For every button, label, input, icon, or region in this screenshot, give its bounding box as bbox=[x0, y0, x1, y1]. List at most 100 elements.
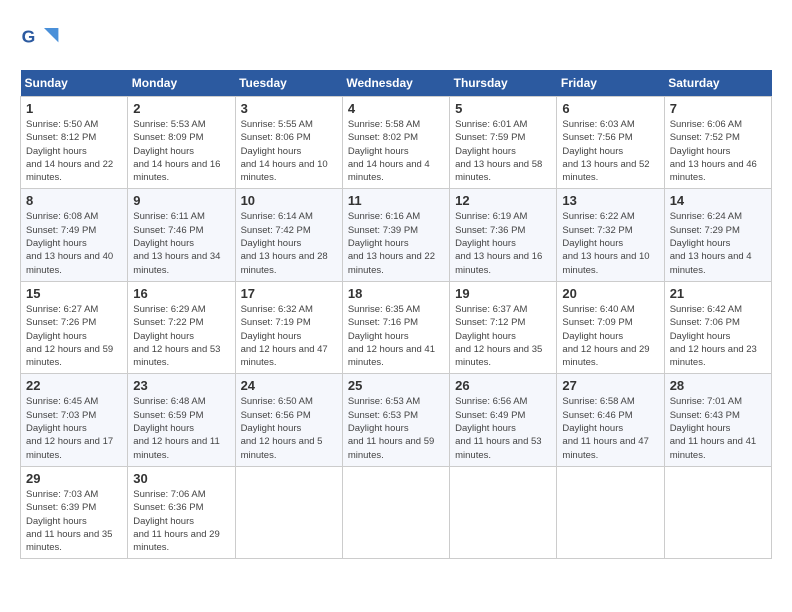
col-header-sunday: Sunday bbox=[21, 70, 128, 97]
day-info: Sunrise: 6:32 AMSunset: 7:19 PMDaylight … bbox=[241, 304, 328, 368]
logo-icon: G bbox=[20, 20, 60, 60]
header-row: SundayMondayTuesdayWednesdayThursdayFrid… bbox=[21, 70, 772, 97]
day-info: Sunrise: 6:29 AMSunset: 7:22 PMDaylight … bbox=[133, 304, 220, 368]
day-info: Sunrise: 6:45 AMSunset: 7:03 PMDaylight … bbox=[26, 396, 113, 460]
day-number: 2 bbox=[133, 101, 229, 116]
week-row-4: 22 Sunrise: 6:45 AMSunset: 7:03 PMDaylig… bbox=[21, 374, 772, 466]
col-header-thursday: Thursday bbox=[450, 70, 557, 97]
day-cell: 12 Sunrise: 6:19 AMSunset: 7:36 PMDaylig… bbox=[450, 189, 557, 281]
day-number: 18 bbox=[348, 286, 444, 301]
week-row-2: 8 Sunrise: 6:08 AMSunset: 7:49 PMDayligh… bbox=[21, 189, 772, 281]
day-info: Sunrise: 6:11 AMSunset: 7:46 PMDaylight … bbox=[133, 211, 220, 275]
day-cell bbox=[557, 466, 664, 558]
day-cell: 29 Sunrise: 7:03 AMSunset: 6:39 PMDaylig… bbox=[21, 466, 128, 558]
day-cell: 5 Sunrise: 6:01 AMSunset: 7:59 PMDayligh… bbox=[450, 97, 557, 189]
day-number: 15 bbox=[26, 286, 122, 301]
day-number: 6 bbox=[562, 101, 658, 116]
day-cell: 6 Sunrise: 6:03 AMSunset: 7:56 PMDayligh… bbox=[557, 97, 664, 189]
day-info: Sunrise: 6:58 AMSunset: 6:46 PMDaylight … bbox=[562, 396, 648, 460]
day-number: 29 bbox=[26, 471, 122, 486]
day-info: Sunrise: 6:08 AMSunset: 7:49 PMDaylight … bbox=[26, 211, 113, 275]
day-number: 1 bbox=[26, 101, 122, 116]
day-number: 23 bbox=[133, 378, 229, 393]
week-row-5: 29 Sunrise: 7:03 AMSunset: 6:39 PMDaylig… bbox=[21, 466, 772, 558]
day-number: 19 bbox=[455, 286, 551, 301]
day-info: Sunrise: 6:53 AMSunset: 6:53 PMDaylight … bbox=[348, 396, 434, 460]
day-info: Sunrise: 5:55 AMSunset: 8:06 PMDaylight … bbox=[241, 119, 328, 183]
day-number: 12 bbox=[455, 193, 551, 208]
week-row-1: 1 Sunrise: 5:50 AMSunset: 8:12 PMDayligh… bbox=[21, 97, 772, 189]
day-info: Sunrise: 6:01 AMSunset: 7:59 PMDaylight … bbox=[455, 119, 542, 183]
day-number: 20 bbox=[562, 286, 658, 301]
logo: G bbox=[20, 20, 64, 60]
day-info: Sunrise: 6:56 AMSunset: 6:49 PMDaylight … bbox=[455, 396, 541, 460]
day-number: 3 bbox=[241, 101, 337, 116]
col-header-tuesday: Tuesday bbox=[235, 70, 342, 97]
day-cell: 22 Sunrise: 6:45 AMSunset: 7:03 PMDaylig… bbox=[21, 374, 128, 466]
day-info: Sunrise: 7:01 AMSunset: 6:43 PMDaylight … bbox=[670, 396, 756, 460]
day-cell: 21 Sunrise: 6:42 AMSunset: 7:06 PMDaylig… bbox=[664, 281, 771, 373]
day-cell: 14 Sunrise: 6:24 AMSunset: 7:29 PMDaylig… bbox=[664, 189, 771, 281]
day-cell: 20 Sunrise: 6:40 AMSunset: 7:09 PMDaylig… bbox=[557, 281, 664, 373]
day-info: Sunrise: 6:19 AMSunset: 7:36 PMDaylight … bbox=[455, 211, 542, 275]
day-info: Sunrise: 6:35 AMSunset: 7:16 PMDaylight … bbox=[348, 304, 435, 368]
day-cell: 3 Sunrise: 5:55 AMSunset: 8:06 PMDayligh… bbox=[235, 97, 342, 189]
day-cell: 19 Sunrise: 6:37 AMSunset: 7:12 PMDaylig… bbox=[450, 281, 557, 373]
day-info: Sunrise: 5:50 AMSunset: 8:12 PMDaylight … bbox=[26, 119, 113, 183]
svg-text:G: G bbox=[22, 26, 36, 46]
day-info: Sunrise: 6:22 AMSunset: 7:32 PMDaylight … bbox=[562, 211, 649, 275]
day-number: 11 bbox=[348, 193, 444, 208]
day-cell: 30 Sunrise: 7:06 AMSunset: 6:36 PMDaylig… bbox=[128, 466, 235, 558]
day-number: 7 bbox=[670, 101, 766, 116]
day-number: 16 bbox=[133, 286, 229, 301]
day-cell bbox=[664, 466, 771, 558]
day-cell: 1 Sunrise: 5:50 AMSunset: 8:12 PMDayligh… bbox=[21, 97, 128, 189]
day-cell: 2 Sunrise: 5:53 AMSunset: 8:09 PMDayligh… bbox=[128, 97, 235, 189]
day-info: Sunrise: 5:53 AMSunset: 8:09 PMDaylight … bbox=[133, 119, 220, 183]
day-cell: 25 Sunrise: 6:53 AMSunset: 6:53 PMDaylig… bbox=[342, 374, 449, 466]
day-cell: 16 Sunrise: 6:29 AMSunset: 7:22 PMDaylig… bbox=[128, 281, 235, 373]
day-number: 22 bbox=[26, 378, 122, 393]
day-number: 27 bbox=[562, 378, 658, 393]
day-cell bbox=[235, 466, 342, 558]
day-number: 8 bbox=[26, 193, 122, 208]
col-header-wednesday: Wednesday bbox=[342, 70, 449, 97]
day-info: Sunrise: 6:42 AMSunset: 7:06 PMDaylight … bbox=[670, 304, 757, 368]
day-cell: 17 Sunrise: 6:32 AMSunset: 7:19 PMDaylig… bbox=[235, 281, 342, 373]
day-info: Sunrise: 6:40 AMSunset: 7:09 PMDaylight … bbox=[562, 304, 649, 368]
day-info: Sunrise: 6:16 AMSunset: 7:39 PMDaylight … bbox=[348, 211, 435, 275]
day-cell: 9 Sunrise: 6:11 AMSunset: 7:46 PMDayligh… bbox=[128, 189, 235, 281]
col-header-monday: Monday bbox=[128, 70, 235, 97]
day-cell: 8 Sunrise: 6:08 AMSunset: 7:49 PMDayligh… bbox=[21, 189, 128, 281]
day-number: 5 bbox=[455, 101, 551, 116]
day-cell: 26 Sunrise: 6:56 AMSunset: 6:49 PMDaylig… bbox=[450, 374, 557, 466]
day-number: 9 bbox=[133, 193, 229, 208]
day-info: Sunrise: 6:27 AMSunset: 7:26 PMDaylight … bbox=[26, 304, 113, 368]
day-info: Sunrise: 6:37 AMSunset: 7:12 PMDaylight … bbox=[455, 304, 542, 368]
header: G bbox=[20, 20, 772, 60]
day-number: 30 bbox=[133, 471, 229, 486]
day-number: 17 bbox=[241, 286, 337, 301]
day-info: Sunrise: 6:48 AMSunset: 6:59 PMDaylight … bbox=[133, 396, 219, 460]
day-cell: 28 Sunrise: 7:01 AMSunset: 6:43 PMDaylig… bbox=[664, 374, 771, 466]
day-cell: 27 Sunrise: 6:58 AMSunset: 6:46 PMDaylig… bbox=[557, 374, 664, 466]
day-cell: 7 Sunrise: 6:06 AMSunset: 7:52 PMDayligh… bbox=[664, 97, 771, 189]
col-header-saturday: Saturday bbox=[664, 70, 771, 97]
day-info: Sunrise: 6:06 AMSunset: 7:52 PMDaylight … bbox=[670, 119, 757, 183]
day-cell: 15 Sunrise: 6:27 AMSunset: 7:26 PMDaylig… bbox=[21, 281, 128, 373]
day-info: Sunrise: 6:14 AMSunset: 7:42 PMDaylight … bbox=[241, 211, 328, 275]
day-cell bbox=[342, 466, 449, 558]
day-info: Sunrise: 5:58 AMSunset: 8:02 PMDaylight … bbox=[348, 119, 430, 183]
day-number: 14 bbox=[670, 193, 766, 208]
calendar-table: SundayMondayTuesdayWednesdayThursdayFrid… bbox=[20, 70, 772, 559]
day-number: 26 bbox=[455, 378, 551, 393]
day-number: 4 bbox=[348, 101, 444, 116]
day-cell: 4 Sunrise: 5:58 AMSunset: 8:02 PMDayligh… bbox=[342, 97, 449, 189]
day-cell: 11 Sunrise: 6:16 AMSunset: 7:39 PMDaylig… bbox=[342, 189, 449, 281]
day-info: Sunrise: 7:06 AMSunset: 6:36 PMDaylight … bbox=[133, 489, 219, 553]
day-cell: 18 Sunrise: 6:35 AMSunset: 7:16 PMDaylig… bbox=[342, 281, 449, 373]
day-info: Sunrise: 6:03 AMSunset: 7:56 PMDaylight … bbox=[562, 119, 649, 183]
day-info: Sunrise: 6:50 AMSunset: 6:56 PMDaylight … bbox=[241, 396, 323, 460]
day-cell bbox=[450, 466, 557, 558]
day-info: Sunrise: 6:24 AMSunset: 7:29 PMDaylight … bbox=[670, 211, 752, 275]
